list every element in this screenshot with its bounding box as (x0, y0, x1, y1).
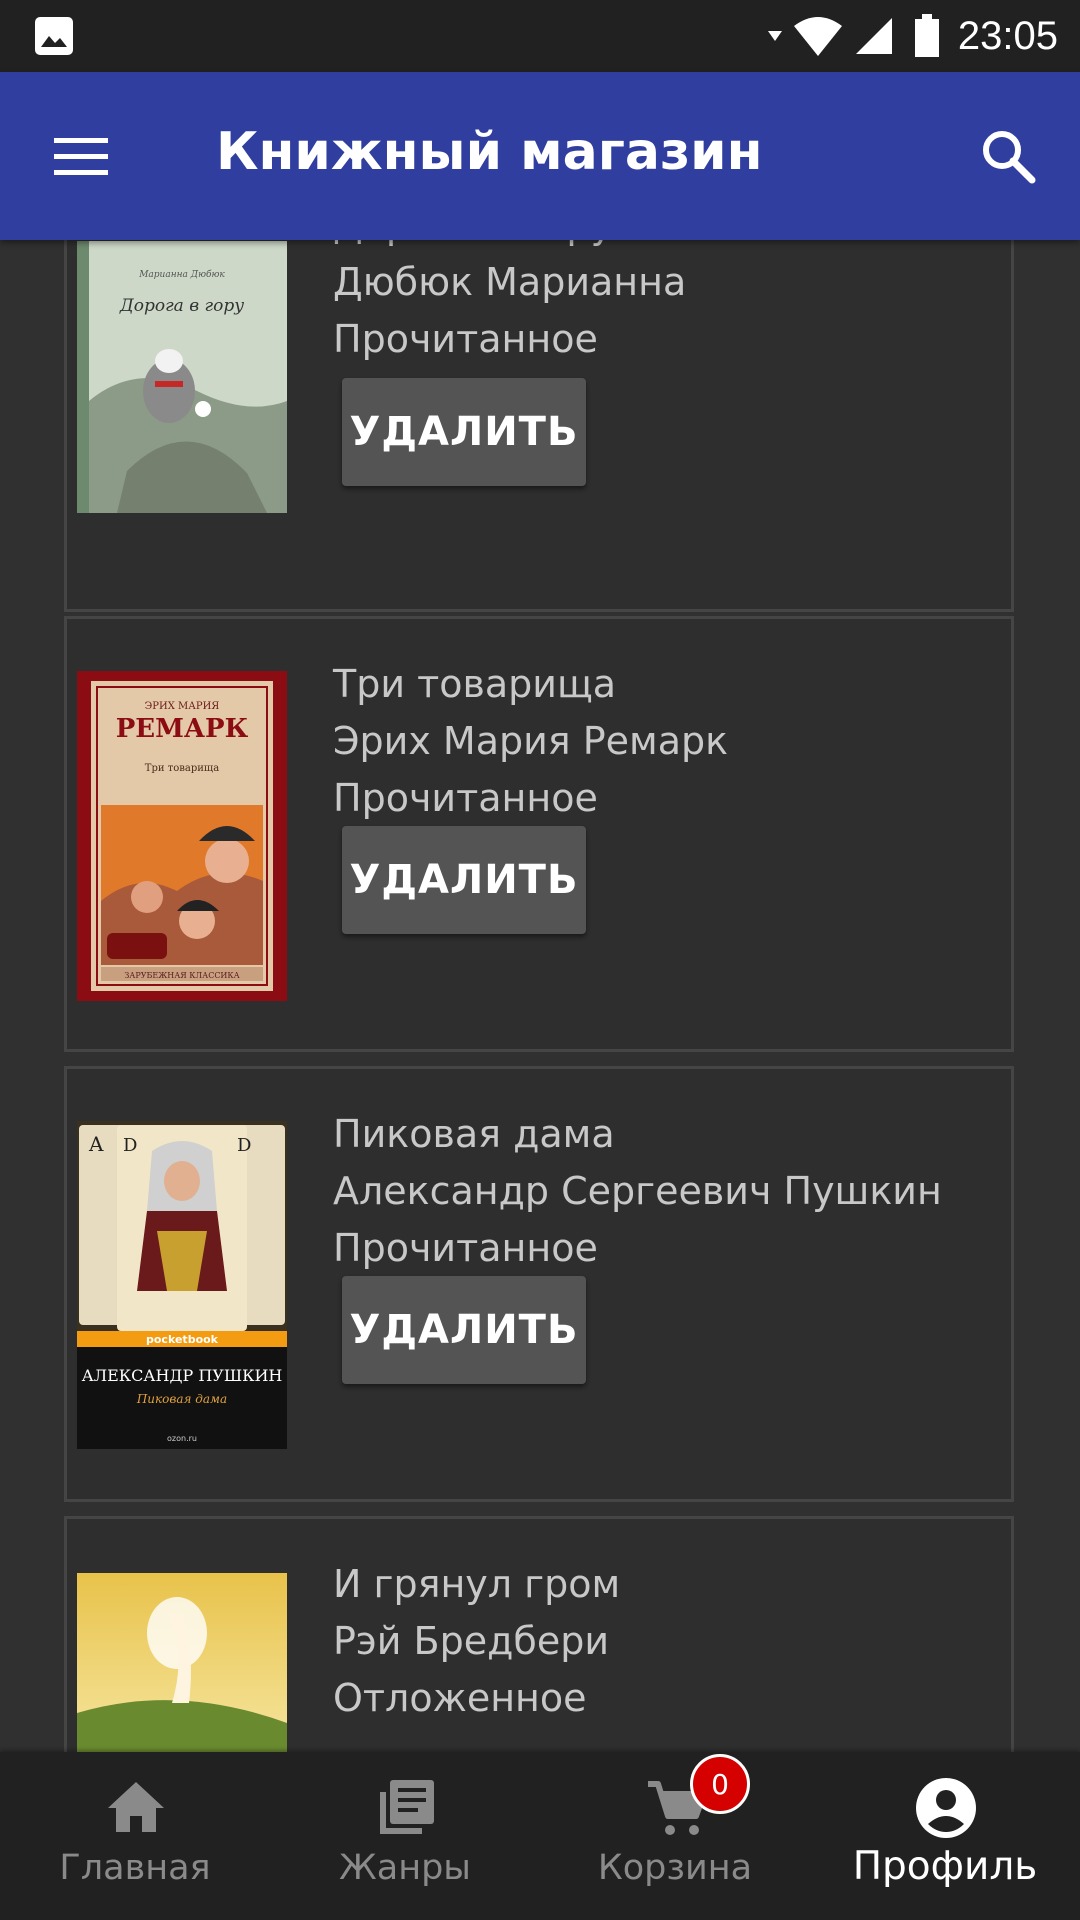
app-bar: Книжный магазин (0, 72, 1080, 240)
cover-author-first-text: ЭРИХ МАРИЯ (145, 701, 220, 712)
book-info: Пиковая дама Александр Сергеевич Пушкин … (333, 1106, 942, 1277)
book-author: Эрих Мария Ремарк (333, 719, 729, 763)
clock: 23:05 (957, 13, 1058, 58)
book-card: A D D pocketbook АЛЕКСАНДР ПУШКИН Пикова… (64, 1066, 1014, 1502)
book-info: Дорога в гору Дюбюк Марианна Прочитанное (333, 240, 686, 368)
nav-home[interactable]: Главная (0, 1752, 270, 1920)
nav-genres-label: Жанры (339, 1848, 471, 1888)
book-card: И грянул гром Рэй Бредбери Отложенное (64, 1516, 1014, 1752)
search-icon[interactable] (976, 124, 1040, 188)
nav-profile[interactable]: Профиль (810, 1752, 1080, 1920)
book-list[interactable]: Марианна Дюбюк Дорога в гору Дорога в го… (0, 240, 1080, 1752)
book-status: Отложенное (333, 1676, 587, 1720)
cover-series-text: ЗАРУБЕЖНАЯ КЛАССИКА (124, 971, 239, 980)
cover-title-text: Три товарища (145, 763, 219, 774)
delete-button[interactable]: УДАЛИТЬ (342, 378, 586, 486)
book-author: Рэй Бредбери (333, 1619, 610, 1663)
book-info: И грянул гром Рэй Бредбери Отложенное (333, 1556, 620, 1727)
signal-icon (855, 18, 892, 54)
nav-home-label: Главная (59, 1848, 211, 1888)
book-info: Три товарища Эрих Мария Ремарк Прочитанн… (333, 656, 728, 827)
gallery-notification-icon (35, 17, 73, 55)
delete-button[interactable]: УДАЛИТЬ (342, 1276, 586, 1384)
book-title: Дорога в гору (333, 240, 686, 254)
wifi-icon (793, 17, 842, 56)
cover-author-text: РЕМАРК (116, 714, 249, 744)
nav-genres[interactable]: Жанры (270, 1752, 540, 1920)
book-status: Прочитанное (333, 317, 598, 361)
svg-text:D: D (237, 1135, 251, 1156)
delete-button[interactable]: УДАЛИТЬ (342, 826, 586, 934)
cart-count-badge: 0 (690, 1754, 750, 1814)
book-title: Пиковая дама (333, 1112, 615, 1156)
cover-brand-text: pocketbook (146, 1333, 219, 1346)
book-card: Марианна Дюбюк Дорога в гору Дорога в го… (64, 240, 1014, 612)
cover-title-text: Пиковая дама (136, 1392, 227, 1406)
cover-publisher-text: ozon.ru (167, 1434, 197, 1443)
status-bar: 23:05 (0, 0, 1080, 72)
nav-cart[interactable]: 0 Корзина (540, 1752, 810, 1920)
cover-author-text: АЛЕКСАНДР ПУШКИН (82, 1366, 283, 1385)
cover-author-text: Марианна Дюбюк (138, 269, 225, 280)
bottom-navigation: Главная Жанры 0 Корзина Профиль (0, 1752, 1080, 1920)
book-cover-image[interactable]: A D D pocketbook АЛЕКСАНДР ПУШКИН Пикова… (77, 1121, 287, 1449)
data-arrow-icon (767, 31, 782, 41)
book-title: Три товарища (333, 662, 617, 706)
menu-icon[interactable] (48, 130, 114, 182)
svg-text:D: D (123, 1135, 137, 1156)
app-title: Книжный магазин (216, 122, 763, 182)
nav-profile-label: Профиль (852, 1844, 1038, 1889)
book-author: Дюбюк Марианна (333, 260, 687, 304)
battery-icon (914, 14, 939, 57)
book-author: Александр Сергеевич Пушкин (333, 1169, 942, 1213)
book-cover-image[interactable]: Марианна Дюбюк Дорога в гору (77, 241, 287, 513)
book-cover-image[interactable]: ЭРИХ МАРИЯ РЕМАРК Три товарища ЗАРУБЕЖНА… (77, 671, 287, 1001)
book-card: ЭРИХ МАРИЯ РЕМАРК Три товарища ЗАРУБЕЖНА… (64, 616, 1014, 1052)
library-books-icon (380, 1780, 434, 1834)
book-title: И грянул гром (333, 1562, 621, 1606)
cover-title-text: Дорога в гору (119, 296, 244, 316)
nav-cart-label: Корзина (597, 1848, 753, 1888)
svg-text:A: A (88, 1132, 104, 1156)
home-icon (108, 1782, 164, 1832)
book-cover-image[interactable] (77, 1573, 287, 1752)
book-status: Прочитанное (333, 1226, 598, 1270)
account-circle-icon (916, 1778, 976, 1838)
book-status: Прочитанное (333, 776, 598, 820)
